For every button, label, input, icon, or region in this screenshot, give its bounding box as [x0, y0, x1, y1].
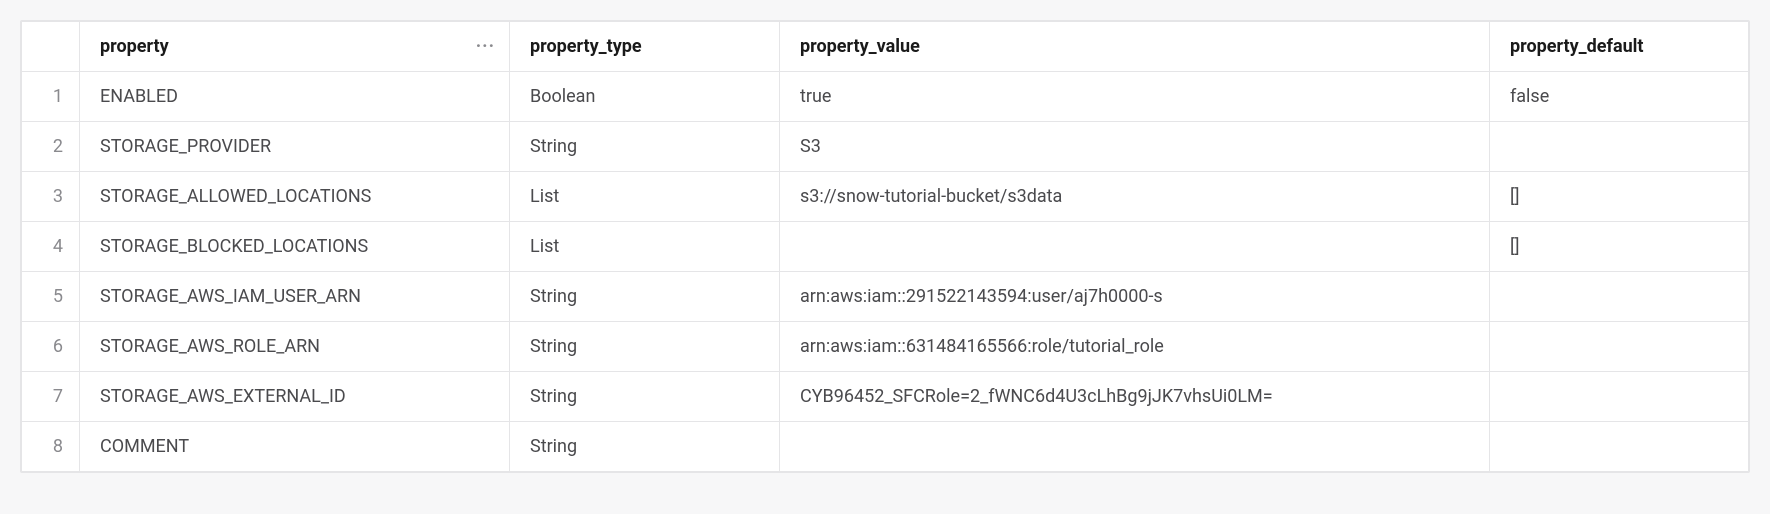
table-row[interactable]: 5 STORAGE_AWS_IAM_USER_ARN String arn:aw…	[22, 272, 1749, 322]
row-number-cell[interactable]: 1	[22, 72, 80, 122]
cell-property-default[interactable]: false	[1490, 72, 1749, 122]
cell-property[interactable]: STORAGE_AWS_EXTERNAL_ID	[80, 372, 510, 422]
row-number-cell[interactable]: 5	[22, 272, 80, 322]
table-row[interactable]: 1 ENABLED Boolean true false	[22, 72, 1749, 122]
cell-property-type[interactable]: List	[510, 172, 780, 222]
column-header-label: property_type	[530, 36, 642, 57]
cell-property-value[interactable]: s3://snow-tutorial-bucket/s3data	[780, 172, 1490, 222]
table-row[interactable]: 8 COMMENT String	[22, 422, 1749, 472]
column-header-rownum[interactable]	[22, 22, 80, 72]
data-table-wrapper: property ··· property_type property_valu…	[20, 20, 1750, 473]
cell-property-type[interactable]: String	[510, 372, 780, 422]
column-header-label: property_default	[1510, 36, 1644, 57]
column-header-property-type[interactable]: property_type	[510, 22, 780, 72]
cell-property[interactable]: STORAGE_AWS_IAM_USER_ARN	[80, 272, 510, 322]
table-row[interactable]: 6 STORAGE_AWS_ROLE_ARN String arn:aws:ia…	[22, 322, 1749, 372]
cell-property[interactable]: STORAGE_AWS_ROLE_ARN	[80, 322, 510, 372]
cell-property-type[interactable]: Boolean	[510, 72, 780, 122]
table-row[interactable]: 3 STORAGE_ALLOWED_LOCATIONS List s3://sn…	[22, 172, 1749, 222]
cell-property-value[interactable]: arn:aws:iam::291522143594:user/aj7h0000-…	[780, 272, 1490, 322]
cell-property-default[interactable]	[1490, 422, 1749, 472]
cell-property-value[interactable]	[780, 222, 1490, 272]
cell-property-value[interactable]: S3	[780, 122, 1490, 172]
cell-property-value[interactable]: CYB96452_SFCRole=2_fWNC6d4U3cLhBg9jJK7vh…	[780, 372, 1490, 422]
cell-property-type[interactable]: List	[510, 222, 780, 272]
column-header-property-value[interactable]: property_value	[780, 22, 1490, 72]
cell-property-default[interactable]: []	[1490, 172, 1749, 222]
row-number-cell[interactable]: 7	[22, 372, 80, 422]
cell-property-default[interactable]	[1490, 122, 1749, 172]
cell-property[interactable]: STORAGE_PROVIDER	[80, 122, 510, 172]
cell-property-value[interactable]	[780, 422, 1490, 472]
column-header-property[interactable]: property ···	[80, 22, 510, 72]
cell-property[interactable]: STORAGE_BLOCKED_LOCATIONS	[80, 222, 510, 272]
cell-property-type[interactable]: String	[510, 322, 780, 372]
column-menu-icon[interactable]: ···	[476, 38, 495, 56]
row-number-cell[interactable]: 6	[22, 322, 80, 372]
cell-property[interactable]: STORAGE_ALLOWED_LOCATIONS	[80, 172, 510, 222]
table-row[interactable]: 7 STORAGE_AWS_EXTERNAL_ID String CYB9645…	[22, 372, 1749, 422]
cell-property[interactable]: ENABLED	[80, 72, 510, 122]
column-header-property-default[interactable]: property_default	[1490, 22, 1749, 72]
cell-property-default[interactable]	[1490, 372, 1749, 422]
cell-property-default[interactable]	[1490, 272, 1749, 322]
table-header-row: property ··· property_type property_valu…	[22, 22, 1749, 72]
cell-property-type[interactable]: String	[510, 122, 780, 172]
row-number-cell[interactable]: 8	[22, 422, 80, 472]
cell-property-type[interactable]: String	[510, 272, 780, 322]
cell-property-value[interactable]: true	[780, 72, 1490, 122]
row-number-cell[interactable]: 4	[22, 222, 80, 272]
row-number-cell[interactable]: 3	[22, 172, 80, 222]
column-header-label: property	[100, 36, 169, 57]
row-number-cell[interactable]: 2	[22, 122, 80, 172]
cell-property[interactable]: COMMENT	[80, 422, 510, 472]
data-table: property ··· property_type property_valu…	[21, 21, 1749, 472]
cell-property-default[interactable]	[1490, 322, 1749, 372]
cell-property-value[interactable]: arn:aws:iam::631484165566:role/tutorial_…	[780, 322, 1490, 372]
cell-property-default[interactable]: []	[1490, 222, 1749, 272]
table-row[interactable]: 2 STORAGE_PROVIDER String S3	[22, 122, 1749, 172]
cell-property-type[interactable]: String	[510, 422, 780, 472]
column-header-label: property_value	[800, 36, 920, 57]
table-row[interactable]: 4 STORAGE_BLOCKED_LOCATIONS List []	[22, 222, 1749, 272]
